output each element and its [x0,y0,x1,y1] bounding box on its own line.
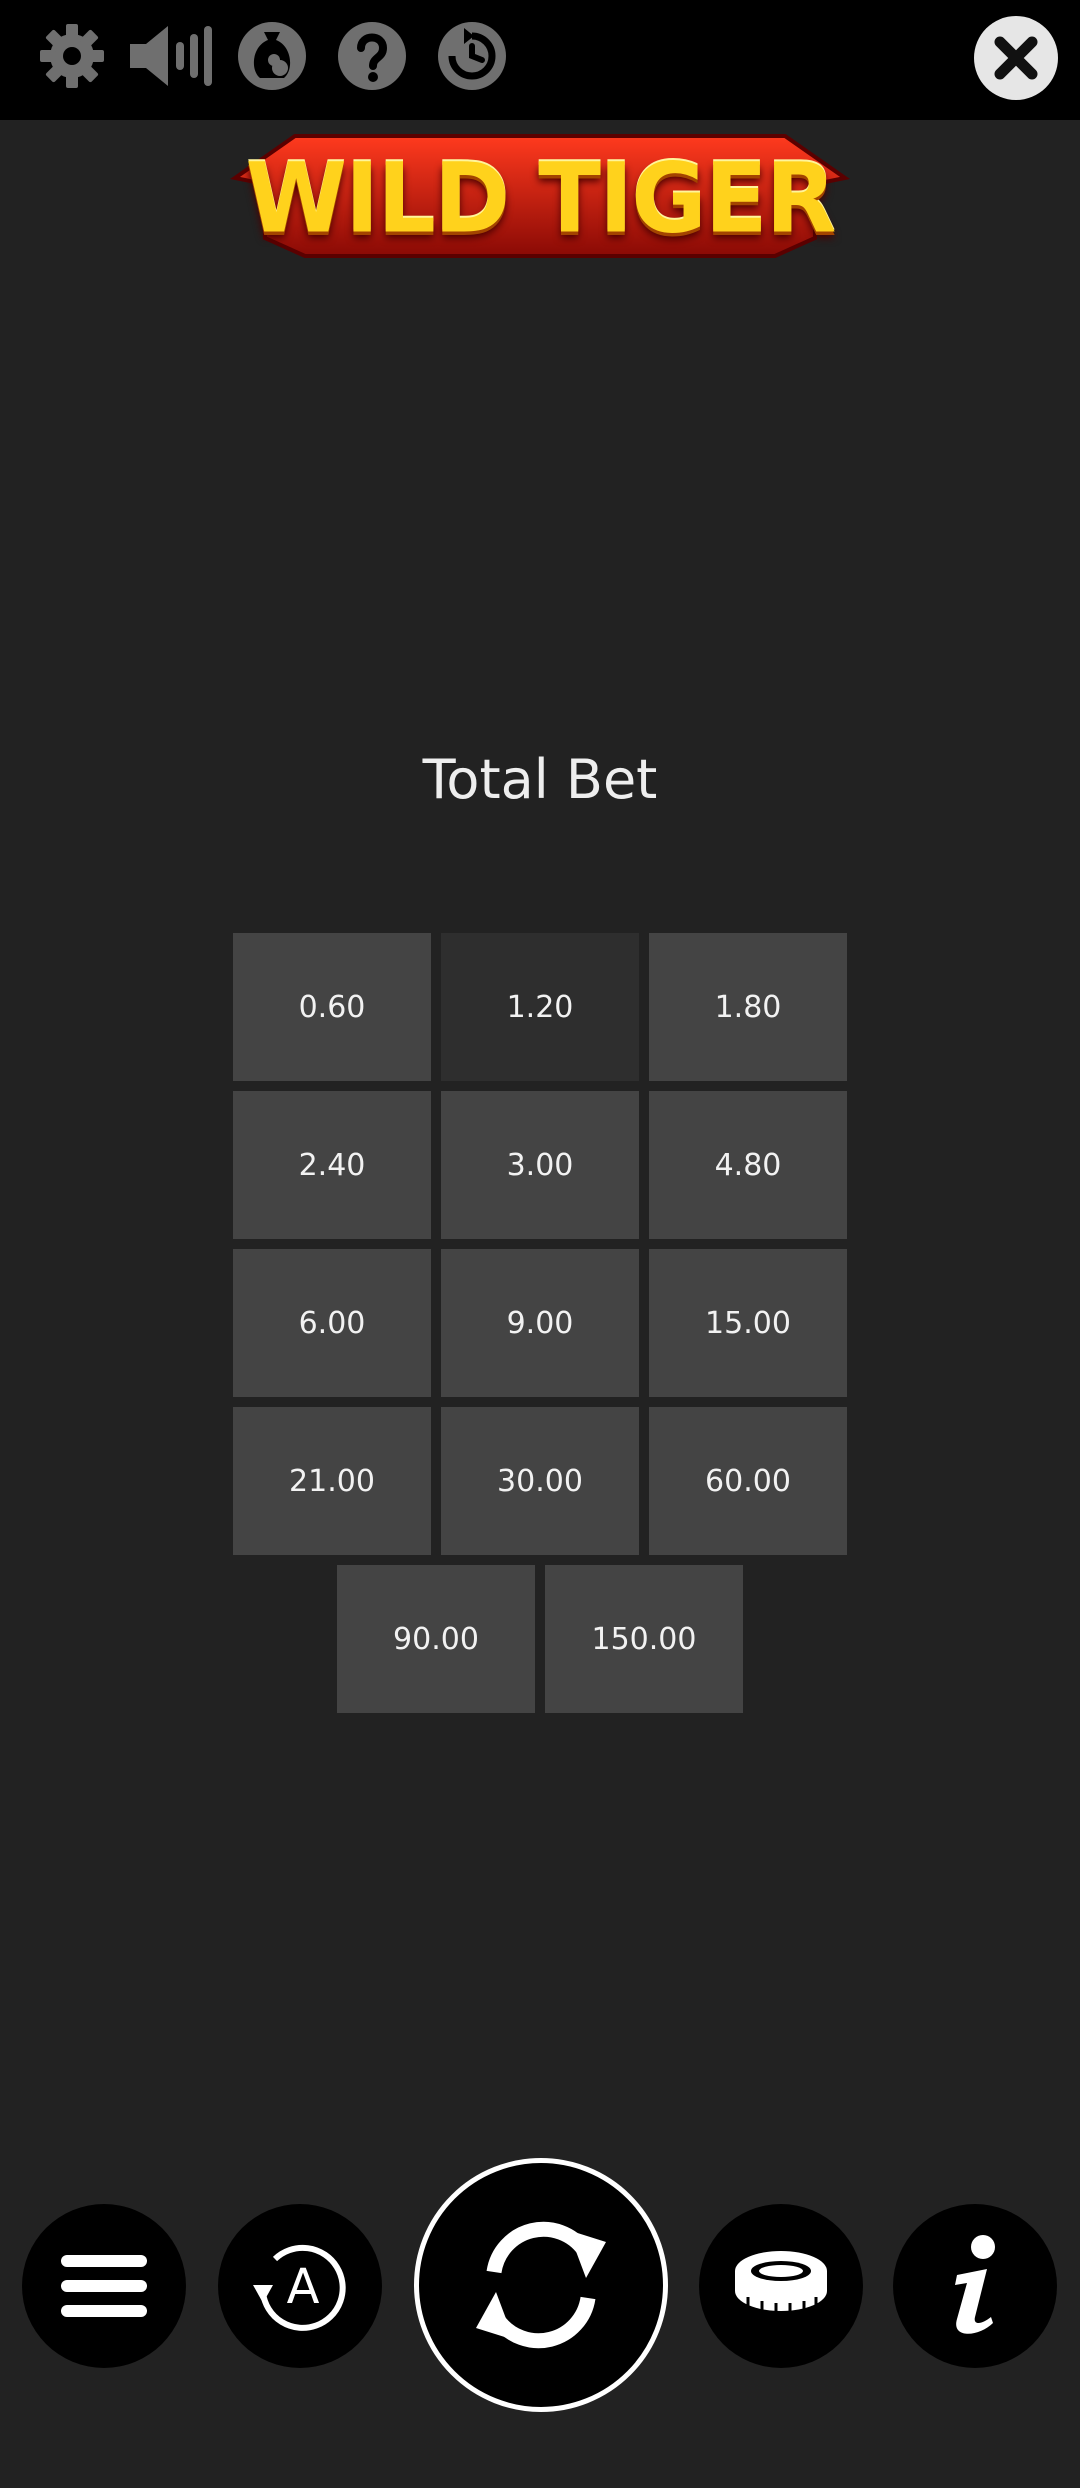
menu-button[interactable] [22,2204,186,2368]
autoplay-button[interactable]: A [218,2204,382,2368]
volume-icon [130,26,212,86]
bet-option-button[interactable]: 4.80 [649,1091,847,1239]
bet-option-button[interactable]: 15.00 [649,1249,847,1397]
bet-option-button[interactable]: 6.00 [233,1249,431,1397]
help-button[interactable] [334,14,410,98]
info-button[interactable] [893,2204,1057,2368]
svg-text:A: A [287,2259,320,2315]
close-button[interactable] [974,16,1058,100]
close-icon [978,20,1054,96]
settings-button[interactable] [34,14,110,98]
game-logo: WILD TIGER [215,128,865,268]
bet-option-button-selected[interactable]: 1.20 [441,933,639,1081]
bet-option-button[interactable]: 90.00 [337,1565,535,1713]
coin-stack-icon [735,2251,827,2313]
spin-button[interactable] [414,2158,668,2412]
bet-option-button[interactable]: 60.00 [649,1407,847,1555]
bet-option-button[interactable]: 9.00 [441,1249,639,1397]
total-bet-title: Total Bet [422,748,658,811]
gear-icon [40,24,104,88]
help-icon [338,22,406,90]
sound-button[interactable] [128,14,220,98]
bet-option-button[interactable]: 3.00 [441,1091,639,1239]
history-icon [438,22,506,90]
bet-option-button[interactable]: 1.80 [649,933,847,1081]
bet-option-button[interactable]: 21.00 [233,1407,431,1555]
bet-option-button[interactable]: 0.60 [233,933,431,1081]
bet-option-button[interactable]: 30.00 [441,1407,639,1555]
autoplay-icon: A [253,2244,346,2331]
bet-button[interactable] [699,2204,863,2368]
bet-option-button[interactable]: 150.00 [545,1565,743,1713]
info-icon [955,2235,995,2334]
menu-icon [61,2255,147,2317]
logo-text: WILD TIGER [245,141,837,255]
game-history-button[interactable] [434,14,510,98]
bet-history-button[interactable] [234,14,310,98]
bet-options-grid: 0.60 1.20 1.80 2.40 3.00 4.80 6.00 9.00 … [233,933,847,1713]
money-bag-icon [238,22,306,90]
spin-icon [476,2221,606,2349]
bet-option-button[interactable]: 2.40 [233,1091,431,1239]
top-bar [0,0,1080,120]
